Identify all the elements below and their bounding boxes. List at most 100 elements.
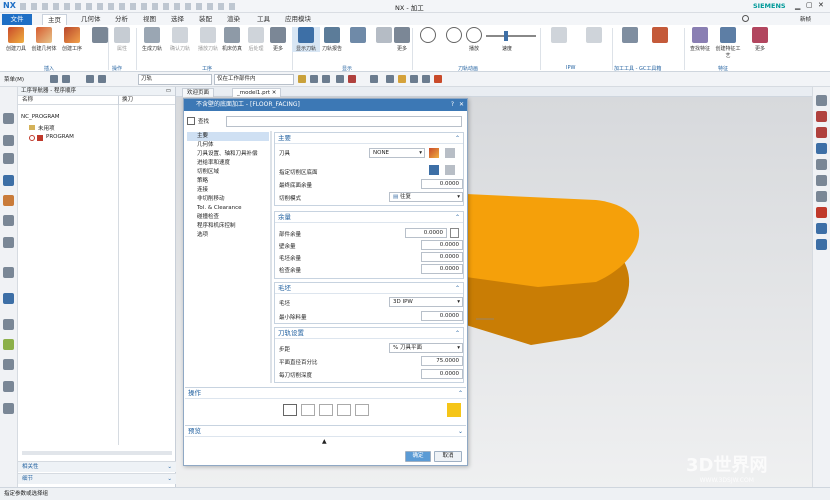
toolbar-icon[interactable] (410, 75, 418, 83)
category-tool-settings[interactable]: 刀具设置、轴和刀具补偿 (187, 150, 269, 159)
tab-model1[interactable]: _model1.prt ✕ (232, 88, 282, 97)
tree-item-unused[interactable]: 未用项 (38, 124, 55, 132)
ipw-button-1[interactable] (545, 27, 573, 45)
blank-type-select[interactable]: 3D IPW ▾ (389, 297, 463, 307)
resource-icon[interactable] (3, 267, 14, 278)
toolbar-icon[interactable] (86, 75, 94, 83)
resource-icon[interactable] (3, 175, 14, 186)
find-input[interactable] (226, 116, 462, 127)
toolbar-icon[interactable] (386, 75, 394, 83)
tree-item-nc-program[interactable]: NC_PROGRAM (21, 114, 60, 120)
create-feature-process-button[interactable]: 创建特征工艺 (714, 27, 742, 59)
toolbar-icon[interactable] (62, 75, 70, 83)
toolbar-icon[interactable] (348, 75, 356, 83)
view-icon[interactable] (816, 175, 827, 186)
resource-icon[interactable] (3, 381, 14, 392)
toolbar-icon[interactable] (336, 75, 344, 83)
ipw-button-2[interactable] (580, 27, 608, 45)
tree-item-program[interactable]: PROGRAM (46, 134, 74, 140)
tab-home[interactable]: 主页 (42, 14, 67, 25)
path-report-button[interactable]: 刀轨报告 (318, 27, 346, 52)
section-path-header[interactable]: 刀轨设置 ⌃ (275, 328, 463, 339)
tab-select[interactable]: 选择 (166, 14, 189, 25)
category-scrollbar[interactable] (270, 131, 272, 383)
part-stock-input[interactable]: 0.0000 (405, 228, 447, 238)
resource-icon[interactable] (3, 153, 14, 164)
speed-slider[interactable] (486, 35, 536, 37)
tab-view[interactable]: 视图 (138, 14, 161, 25)
section-blank-header[interactable]: 毛坯 ⌃ (275, 283, 463, 294)
category-geometry[interactable]: 几何体 (187, 141, 269, 150)
add-action-icon[interactable] (447, 403, 461, 417)
edit-tool-icon[interactable] (445, 148, 455, 158)
lock-icon[interactable] (450, 228, 459, 238)
col-tool-change[interactable]: 换刀 (122, 96, 133, 105)
dialog-close-icon[interactable]: ✕ (459, 99, 464, 111)
category-strategy[interactable]: 策略 (187, 177, 269, 186)
view-icon[interactable] (816, 159, 827, 170)
view-icon[interactable] (816, 239, 827, 250)
toolbar-icon[interactable] (98, 75, 106, 83)
section-actions-header[interactable]: 操作 ⌃ (185, 388, 466, 399)
tab-welcome[interactable]: 欢迎页面 (182, 88, 215, 97)
check-stock-input[interactable]: 0.0000 (421, 264, 463, 274)
toolbar-icon[interactable] (310, 75, 318, 83)
verify-icon[interactable] (319, 404, 333, 416)
tab-geometry[interactable]: 几何体 (76, 14, 106, 25)
tab-file[interactable]: 文件(F) (2, 14, 32, 34)
depth-input[interactable]: 0.0000 (421, 369, 463, 379)
verify-path-button[interactable]: 确认刀轨 (166, 27, 194, 52)
tab-applications[interactable]: 应用模块 (280, 14, 316, 25)
play-button[interactable]: 播放 (460, 27, 488, 52)
gc-tool-button-2[interactable] (646, 27, 674, 45)
toolbar-icon[interactable] (50, 75, 58, 83)
category-cut-area[interactable]: 切削区域 (187, 168, 269, 177)
resource-icon[interactable] (3, 237, 14, 248)
resource-icon[interactable] (3, 113, 14, 124)
create-tool-button[interactable]: 创建刀具 (2, 27, 30, 52)
speed-slider-thumb[interactable] (504, 31, 508, 41)
view-icon[interactable] (816, 223, 827, 234)
replay-icon[interactable] (301, 404, 315, 416)
generate-icon[interactable] (283, 404, 297, 416)
help-icon[interactable]: ? (451, 99, 454, 111)
percent-input[interactable]: 75.0000 (421, 356, 463, 366)
stepover-select[interactable]: % 刀具平面 ▾ (389, 343, 463, 353)
view-icon[interactable] (816, 95, 827, 106)
close-icon[interactable]: ✕ (818, 1, 824, 9)
simulate-icon[interactable] (337, 404, 351, 416)
tool-select[interactable]: NONE ▾ (369, 148, 425, 158)
find-feature-button[interactable]: 查找特征 (686, 27, 714, 52)
category-options[interactable]: 选项 (187, 231, 269, 240)
gc-tool-button[interactable] (616, 27, 644, 45)
collapse-arrow-icon[interactable]: ▲ (322, 438, 327, 445)
tab-tools[interactable]: 工具 (252, 14, 275, 25)
category-connect[interactable]: 连接 (187, 186, 269, 195)
tab-render[interactable]: 渲染 (222, 14, 245, 25)
feature-more-button[interactable]: 更多 (746, 27, 774, 52)
section-stock-header[interactable]: 余量 ⌃ (275, 212, 463, 223)
resource-icon[interactable] (3, 135, 14, 146)
category-feeds[interactable]: 进给率和速度 (187, 159, 269, 168)
resource-icon[interactable] (3, 339, 14, 350)
type-filter-select[interactable]: 刀轨 (138, 74, 212, 85)
show-path-button[interactable]: 显示刀轨 (292, 27, 320, 52)
tab-assembly[interactable]: 装配 (194, 14, 217, 25)
section-main-header[interactable]: 主要 ⌃ (275, 133, 463, 144)
view-icon[interactable] (816, 207, 827, 218)
list-icon[interactable] (355, 404, 369, 416)
wall-stock-input[interactable]: 0.0000 (421, 240, 463, 250)
resource-icon[interactable] (3, 319, 14, 330)
properties-button[interactable]: 属性 (108, 27, 136, 52)
category-main[interactable]: 主要 (187, 132, 269, 141)
view-icon[interactable] (816, 111, 827, 122)
menu-button[interactable]: 菜单(M) (4, 75, 24, 83)
ok-button[interactable]: 确定 (405, 451, 431, 462)
category-machine-control[interactable]: 程序和机床控制 (187, 222, 269, 231)
view-icon[interactable] (816, 191, 827, 202)
resource-icon[interactable] (3, 359, 14, 370)
category-tolerance[interactable]: Tol. & Clearance (187, 204, 269, 213)
cancel-button[interactable]: 取消 (434, 451, 462, 462)
toolbar-icon[interactable] (298, 75, 306, 83)
show-floor-icon[interactable] (445, 165, 455, 175)
